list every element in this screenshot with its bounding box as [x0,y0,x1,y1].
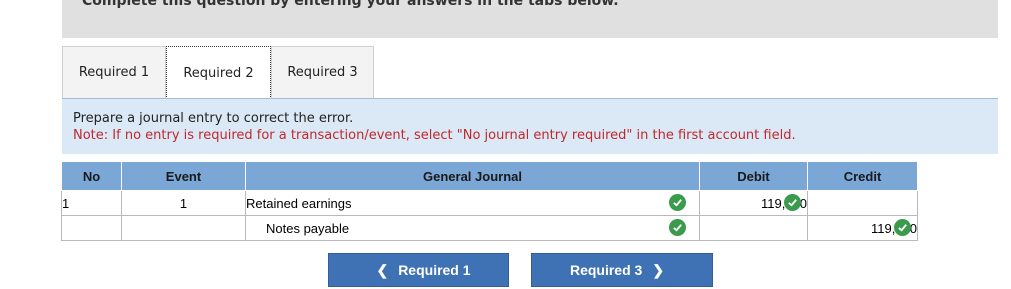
header-event: Event [121,161,246,191]
header-credit: Credit [807,161,918,191]
chevron-left-icon: ❮ [376,261,389,278]
previous-required-button[interactable]: ❮ Required 1 [328,253,509,287]
credit-field[interactable] [807,190,918,216]
header-debit: Debit [699,161,808,191]
instructions-panel: Prepare a journal entry to correct the e… [62,98,998,154]
account-field[interactable]: Retained earnings [245,190,700,216]
next-required-button[interactable]: Required 3 ❯ [531,253,713,287]
chevron-right-icon: ❯ [652,261,665,278]
check-icon [669,194,686,211]
account-name: Notes payable [266,220,350,236]
question-banner: Complete this question by entering your … [62,0,998,38]
banner-text: Complete this question by entering your … [82,0,619,9]
table-header-row: No Event General Journal Debit Credit [61,161,918,191]
row-event [121,215,246,241]
tab-required-3[interactable]: Required 3 [271,46,374,98]
general-journal-table: No Event General Journal Debit Credit 1 … [61,161,918,241]
check-icon [784,194,801,211]
tab-required-1[interactable]: Required 1 [62,46,166,98]
debit-field[interactable] [699,215,808,241]
debit-field[interactable]: 119,000 [699,190,808,216]
previous-button-label: Required 1 [398,262,471,278]
instruction-note: Note: If no entry is required for a tran… [73,128,796,143]
table-row: Notes payable 119,000 [61,215,918,241]
header-no: No [61,161,122,191]
header-general-journal: General Journal [245,161,700,191]
account-field[interactable]: Notes payable [245,215,700,241]
check-icon [894,219,911,236]
row-event: 1 [121,190,246,216]
account-name: Retained earnings [246,195,352,211]
row-number: 1 [61,190,122,216]
row-number [61,215,122,241]
next-button-label: Required 3 [569,262,643,278]
check-icon [669,219,686,236]
credit-field[interactable]: 119,000 [807,215,918,241]
instruction-text: Prepare a journal entry to correct the e… [73,111,354,126]
table-row: 1 1 Retained earnings 119,000 [61,190,918,216]
tab-required-2[interactable]: Required 2 [166,46,271,99]
